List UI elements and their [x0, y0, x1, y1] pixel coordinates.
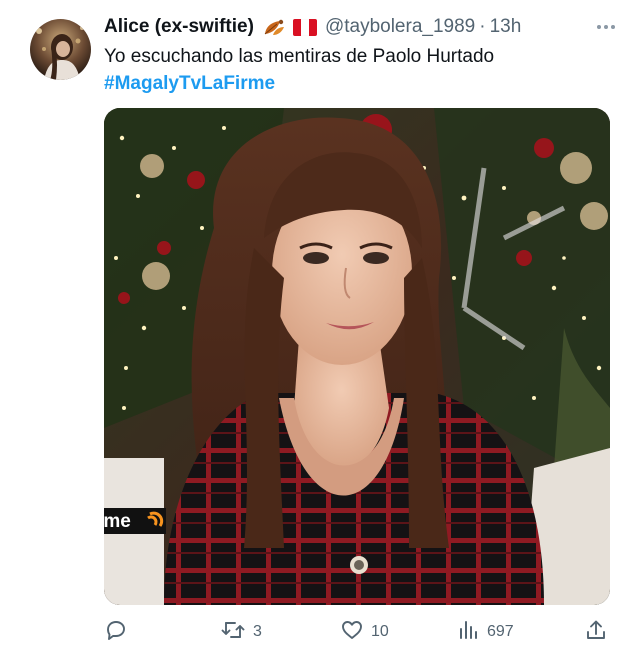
tweet-header: Alice (ex-swiftie) @taybolera_1989 · 13h: [104, 14, 620, 40]
views-button[interactable]: 697: [458, 615, 514, 649]
like-icon: [340, 618, 364, 647]
tweet-body: Yo escuchando las mentiras de Paolo Hurt…: [104, 46, 495, 67]
more-icon[interactable]: [592, 14, 620, 40]
tweet-media-image[interactable]: trome: [104, 108, 610, 605]
views-icon: [458, 618, 480, 647]
views-count: 697: [487, 623, 514, 640]
display-name[interactable]: Alice (ex-swiftie): [104, 16, 254, 38]
action-bar: 3 10 697: [104, 615, 614, 649]
like-button[interactable]: 10: [340, 615, 389, 649]
share-icon: [584, 618, 608, 647]
retweet-icon: [220, 618, 246, 647]
timestamp[interactable]: 13h: [490, 16, 522, 38]
tweet-card[interactable]: Alice (ex-swiftie) @taybolera_1989 · 13h: [0, 0, 640, 666]
share-button[interactable]: [584, 615, 608, 649]
retweet-button[interactable]: 3: [220, 615, 262, 649]
separator-dot: ·: [479, 16, 486, 37]
leaves-emoji-icon: [262, 17, 286, 37]
reply-icon: [104, 618, 128, 647]
retweet-count: 3: [253, 623, 262, 640]
like-count: 10: [371, 623, 389, 640]
trome-watermark: trome: [104, 511, 131, 532]
hashtag-link[interactable]: #MagalyTvLaFirme: [104, 70, 614, 97]
reply-button[interactable]: [104, 615, 128, 649]
tweet-text: Yo escuchando las mentiras de Paolo Hurt…: [104, 43, 614, 97]
peru-flag-emoji-icon: [292, 18, 317, 36]
user-handle[interactable]: @taybolera_1989: [325, 16, 475, 38]
avatar[interactable]: [30, 19, 91, 80]
